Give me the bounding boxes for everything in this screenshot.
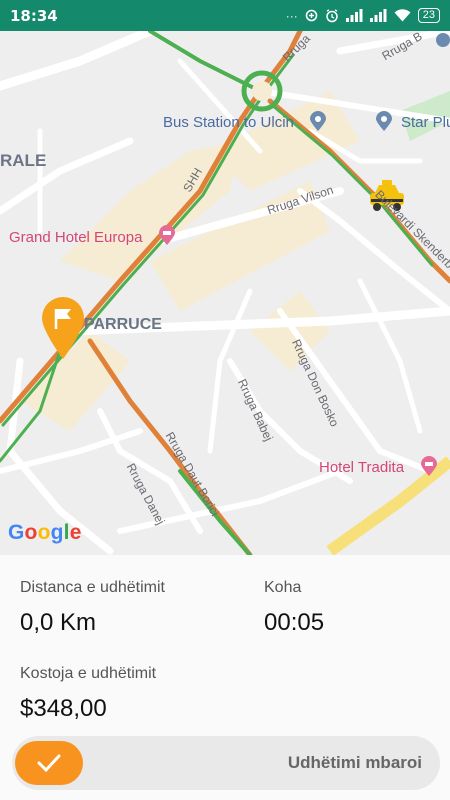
time-value: 00:05 — [264, 609, 325, 636]
map-label-rale: RALE — [0, 151, 47, 170]
slider-label: Udhëtimi mbaroi — [287, 753, 422, 772]
map-label-star-plus: Star Plu — [401, 114, 450, 131]
hotel-tradita-pin-icon[interactable] — [420, 456, 438, 476]
map-label-grand-hotel: Grand Hotel Europa — [9, 229, 143, 246]
cost-value: $348,00 — [20, 695, 107, 722]
destination-flag-icon[interactable] — [40, 297, 86, 359]
signal-icon — [345, 9, 363, 22]
dots-icon: ··· — [285, 8, 298, 23]
status-icons: ··· 23 — [286, 8, 440, 23]
map-label-parruce: PARRUCE — [84, 316, 162, 333]
status-time: 18:34 — [10, 6, 58, 25]
slider-knob[interactable] — [15, 741, 83, 785]
star-plus-pin-icon[interactable] — [375, 111, 393, 131]
wifi-icon — [394, 9, 411, 22]
map-label-hotel-tradita: Hotel Tradita — [319, 459, 405, 476]
google-logo: Google — [8, 521, 82, 544]
battery-icon: 23 — [417, 8, 440, 23]
alarm-icon — [326, 8, 338, 22]
end-trip-slider[interactable]: Udhëtimi mbaroi — [12, 736, 440, 790]
hotel-pin-icon[interactable] — [158, 225, 176, 245]
distance-value: 0,0 Km — [20, 609, 97, 636]
cost-label: Kostoja e udhëtimit — [20, 665, 157, 682]
check-icon — [37, 754, 61, 773]
data-saver-icon — [305, 9, 318, 22]
map-graphics — [0, 31, 450, 555]
map-label-bus-station: Bus Station to Ulcin — [163, 114, 294, 131]
distance-label: Distanca e udhëtimit — [20, 579, 165, 596]
map-view[interactable]: Bus Station to Ulcin Star Plu RALE Rruga… — [0, 31, 450, 555]
time-label: Koha — [264, 579, 302, 596]
bus-station-pin-icon[interactable] — [309, 111, 327, 131]
transit-icon — [436, 33, 450, 47]
status-bar: 18:34 ··· 23 — [0, 0, 450, 31]
signal-icon — [369, 9, 387, 22]
